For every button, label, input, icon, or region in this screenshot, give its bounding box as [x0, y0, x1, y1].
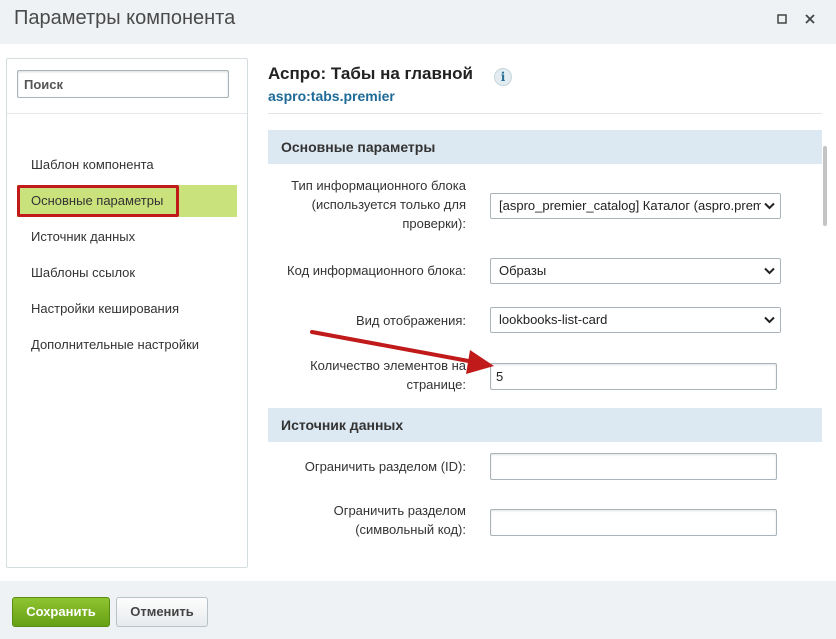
window-titlebar: Параметры компонента — [0, 0, 836, 44]
section-id-input[interactable] — [490, 453, 777, 480]
count-label: Количество элементов на странице: — [278, 356, 466, 394]
component-title: Аспро: Табы на главной — [268, 64, 473, 83]
view-select[interactable]: lookbooks-list-card — [490, 307, 781, 333]
label-line: (символьный код): — [355, 522, 466, 537]
label-line: странице: — [406, 377, 467, 392]
label-line: (используется только для — [311, 197, 466, 212]
label-line: Тип информационного блока — [291, 178, 466, 193]
sidebar: Шаблон компонента Основные параметры Ист… — [6, 58, 248, 568]
select-value: [aspro_premier_catalog] Каталог (aspro.p… — [499, 198, 761, 213]
label-line: Количество элементов на — [310, 358, 466, 373]
sidebar-item-label: Настройки кеширования — [31, 301, 180, 316]
cancel-button[interactable]: Отменить — [116, 597, 208, 627]
sidebar-divider — [7, 113, 247, 114]
window-title: Параметры компонента — [14, 7, 236, 29]
maximize-icon[interactable] — [774, 12, 790, 28]
chevron-down-icon — [762, 308, 776, 332]
section-code-input[interactable] — [490, 509, 777, 536]
sidebar-item-additional[interactable]: Дополнительные настройки — [17, 329, 237, 361]
iblock-type-label: Тип информационного блока (используется … — [278, 176, 466, 233]
sidebar-item-label: Источник данных — [31, 229, 136, 244]
chevron-down-icon — [762, 194, 776, 218]
section-main-params-header: Основные параметры — [268, 130, 822, 164]
iblock-code-label: Код информационного блока: — [287, 263, 466, 278]
iblock-type-select[interactable]: [aspro_premier_catalog] Каталог (aspro.p… — [490, 193, 781, 219]
sidebar-item-template[interactable]: Шаблон компонента — [17, 149, 237, 181]
sidebar-item-url-templates[interactable]: Шаблоны ссылок — [17, 257, 237, 289]
info-icon[interactable]: i — [494, 68, 512, 86]
section-id-label: Ограничить разделом (ID): — [304, 459, 466, 474]
dialog-footer: Сохранить Отменить — [0, 581, 836, 639]
sidebar-item-label: Шаблоны ссылок — [31, 265, 136, 280]
scrollbar-thumb[interactable] — [823, 146, 827, 226]
select-value: lookbooks-list-card — [499, 312, 608, 327]
chevron-down-icon — [762, 259, 776, 283]
view-label: Вид отображения: — [355, 313, 466, 328]
section-code-label: Ограничить разделом (символьный код): — [278, 501, 466, 539]
sidebar-item-data-source[interactable]: Источник данных — [17, 221, 237, 253]
save-button[interactable]: Сохранить — [12, 597, 110, 627]
dialog-content: Шаблон компонента Основные параметры Ист… — [0, 44, 836, 581]
label-line: проверки): — [402, 216, 466, 231]
sidebar-item-label: Шаблон компонента — [31, 157, 154, 172]
highlight-box — [17, 185, 179, 217]
label-line: Ограничить разделом — [333, 503, 466, 518]
sidebar-item-main-params[interactable]: Основные параметры — [17, 185, 237, 217]
header-divider — [268, 113, 822, 114]
section-data-source-header: Источник данных — [268, 408, 822, 442]
count-input[interactable] — [490, 363, 777, 390]
close-icon[interactable] — [802, 12, 818, 28]
search-input[interactable] — [17, 70, 229, 98]
select-value: Образы — [499, 263, 547, 278]
sidebar-item-cache[interactable]: Настройки кеширования — [17, 293, 237, 325]
sidebar-item-label: Дополнительные настройки — [31, 337, 200, 352]
iblock-code-select[interactable]: Образы — [490, 258, 781, 284]
component-code: aspro:tabs.premier — [268, 88, 395, 104]
